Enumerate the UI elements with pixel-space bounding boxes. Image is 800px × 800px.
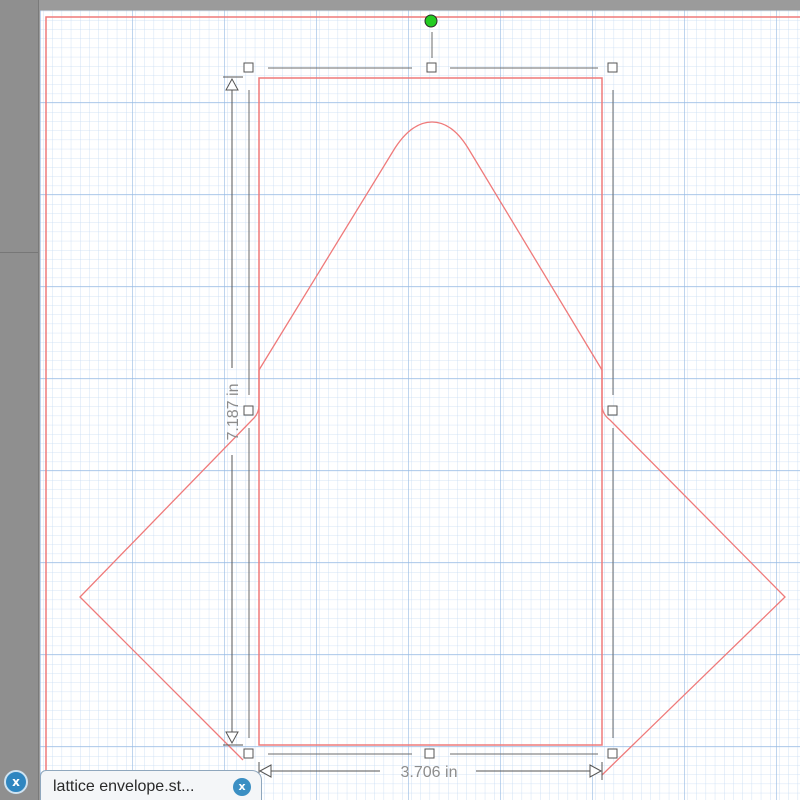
resize-handle-middle-right[interactable] [607,405,618,416]
resize-handle-middle-left[interactable] [243,405,254,416]
document-tab[interactable]: lattice envelope.st... x [40,770,262,800]
rotation-handle-icon[interactable] [424,14,438,28]
resize-handle-bottom-left[interactable] [243,748,254,759]
width-dimension-label: 3.706 in [401,764,458,781]
close-all-tabs-button[interactable]: x [4,770,28,794]
resize-handle-bottom-right[interactable] [607,748,618,759]
resize-handle-top-center[interactable] [426,62,437,73]
design-window: 7.187 in 3.706 in x lattice envelope.st.… [0,0,800,800]
design-canvas[interactable]: 7.187 in 3.706 in [0,0,800,800]
close-icon: x [12,775,20,789]
close-icon: x [238,780,246,793]
resize-handle-top-left[interactable] [243,62,254,73]
height-dimension-label: 7.187 in [225,384,242,441]
resize-handle-top-right[interactable] [607,62,618,73]
cutting-mat-grid [40,10,800,800]
resize-handle-bottom-center[interactable] [424,748,435,759]
document-tab-label: lattice envelope.st... [53,777,195,795]
tab-close-button[interactable]: x [233,777,251,796]
